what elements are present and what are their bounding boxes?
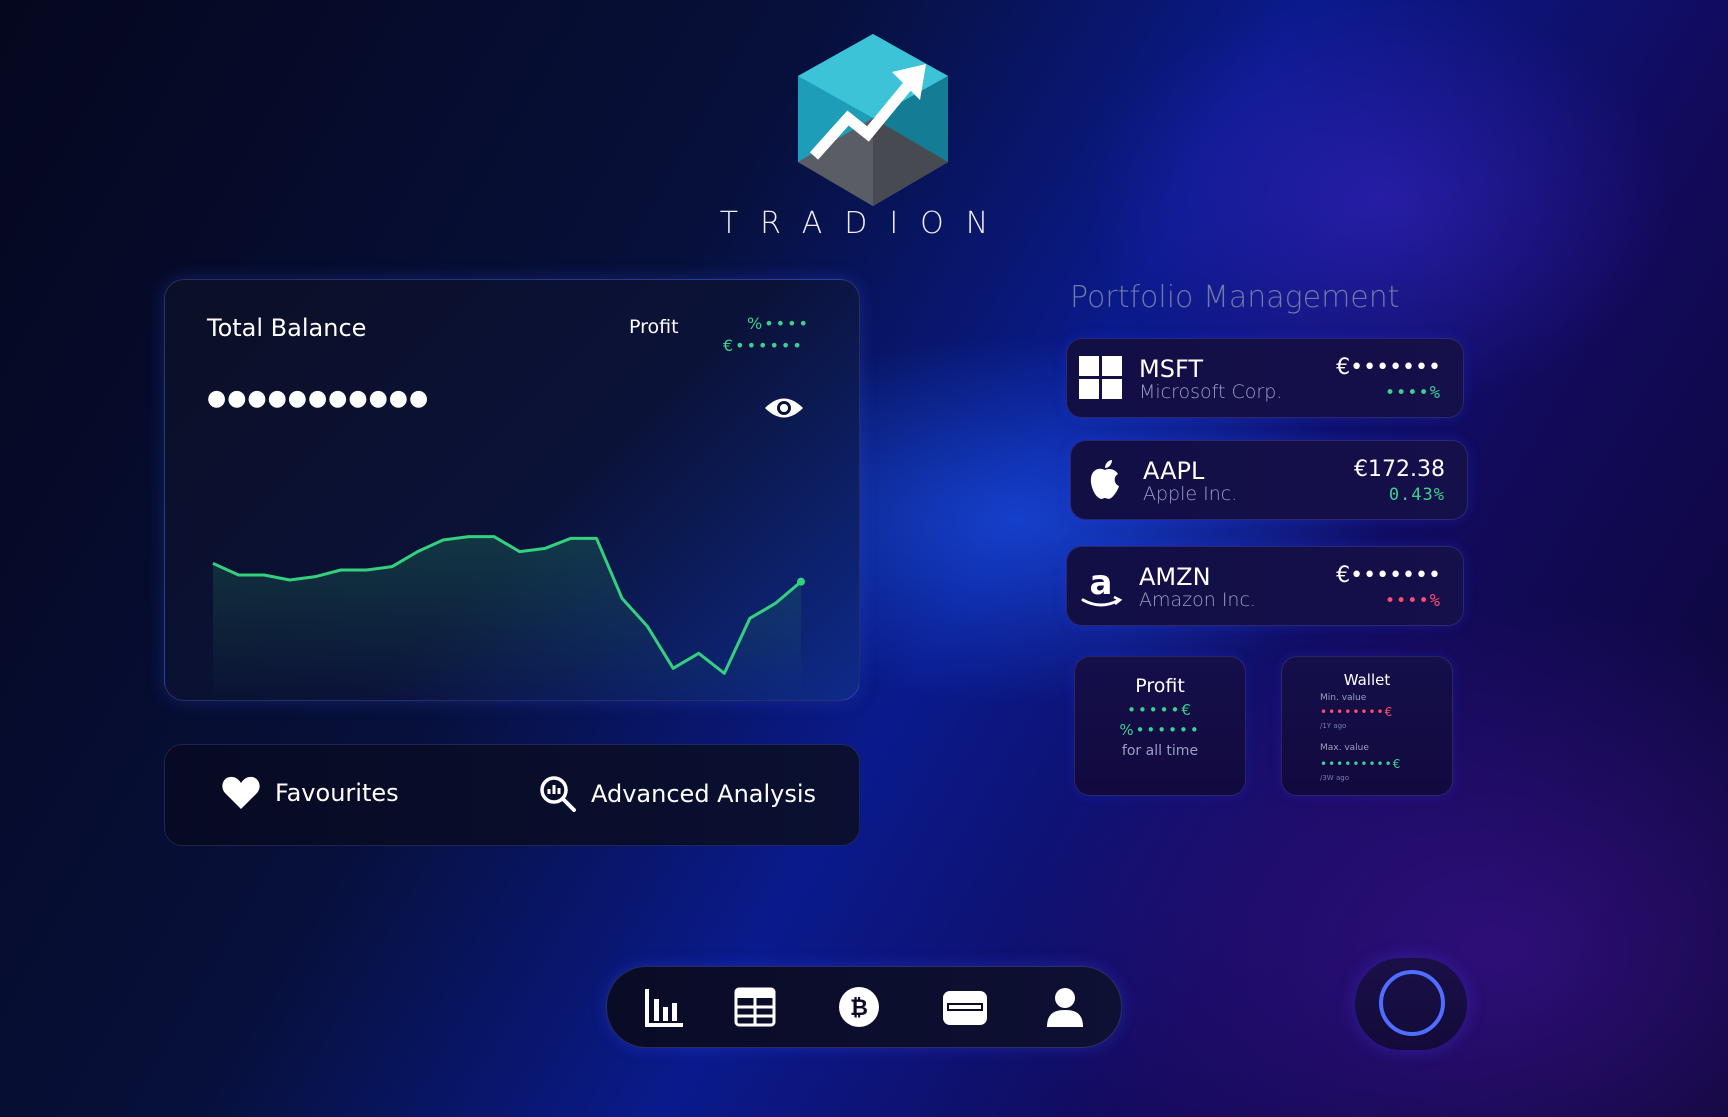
brand-name: TRADION [719,206,1011,241]
stock-price: €••••••• [1336,355,1441,380]
wallet-summary-card[interactable]: Wallet Min. value ••••••••€ /1Y ago Max.… [1281,656,1453,796]
stock-price: €••••••• [1336,563,1441,588]
wallet-max-masked: •••••••••€ [1320,757,1402,771]
stock-ticker: MSFT [1139,355,1203,383]
wallet-max-label: Max. value [1320,743,1369,753]
heart-icon [222,776,260,809]
stock-card-aapl[interactable]: AAPL Apple Inc. €172.38 0.43% [1070,440,1468,520]
favourites-label: Favourites [275,779,399,807]
stock-company: Amazon Inc. [1139,589,1256,611]
svg-text:a: a [1090,564,1113,603]
user-icon[interactable] [1043,985,1087,1029]
advanced-analysis-label: Advanced Analysis [591,780,817,808]
profit-summary-card[interactable]: Profit •••••€ %•••••• for all time [1074,656,1246,796]
wallet-min-caption: /1Y ago [1320,722,1347,730]
svg-text:₿: ₿ [850,996,868,1021]
wallet-min-masked: ••••••••€ [1320,705,1394,719]
profit-summary-title: Profit [1135,675,1185,697]
stock-change: ••••% [1384,383,1441,403]
stock-card-msft[interactable]: MSFT Microsoft Corp. €••••••• ••••% [1066,338,1464,418]
chart-end-point [797,577,805,586]
apple-logo-icon [1090,460,1119,499]
stock-price: €172.38 [1354,457,1445,482]
actions-card: Favourites Advanced Analysis [164,744,860,846]
balance-title: Total Balance [207,314,367,342]
balance-card: Total Balance Profit %•••• €•••••• ●●●●●… [164,279,860,701]
assistant-ring-icon [1379,970,1445,1036]
wallet-max-caption: /3W ago [1320,774,1349,782]
favourites-button[interactable]: Favourites [221,775,399,811]
bar-chart-icon[interactable] [643,985,687,1029]
eye-icon[interactable] [763,393,805,423]
balance-chart [212,535,805,700]
stock-company: Microsoft Corp. [1139,381,1283,403]
chart-area [213,536,801,700]
stock-change: 0.43% [1388,485,1445,505]
wallet-summary-title: Wallet [1343,671,1391,689]
assistant-button[interactable] [1355,958,1467,1050]
stock-ticker: AMZN [1139,563,1211,591]
bottom-nav-bar: ₿ [606,966,1122,1048]
profit-summary-euro-masked: •••••€ [1127,701,1193,719]
portfolio-title: Portfolio Management [1070,280,1400,315]
tradion-logo [798,34,948,206]
stock-change: ••••% [1384,591,1441,611]
profit-summary-caption: for all time [1121,743,1199,759]
stock-ticker: AAPL [1143,457,1205,485]
stock-card-amzn[interactable]: a AMZN Amazon Inc. €••••••• ••••% [1066,546,1464,626]
wallet-icon[interactable] [941,985,989,1029]
bitcoin-icon[interactable]: ₿ [837,985,881,1029]
advanced-analysis-button[interactable]: Advanced Analysis [539,775,816,813]
calendar-icon[interactable] [733,985,777,1029]
profit-percent-masked: %•••• [747,314,810,333]
wallet-min-label: Min. value [1320,693,1367,703]
profit-summary-percent-masked: %•••••• [1119,721,1201,739]
balance-value-masked: ●●●●●●●●●●● [207,386,430,411]
stock-company: Apple Inc. [1143,483,1238,505]
amazon-logo-icon: a [1081,564,1123,607]
profit-label: Profit [629,316,679,338]
windows-logo-icon [1079,356,1122,399]
search-analysis-icon [540,776,576,812]
profit-euro-masked: €•••••• [723,336,804,355]
